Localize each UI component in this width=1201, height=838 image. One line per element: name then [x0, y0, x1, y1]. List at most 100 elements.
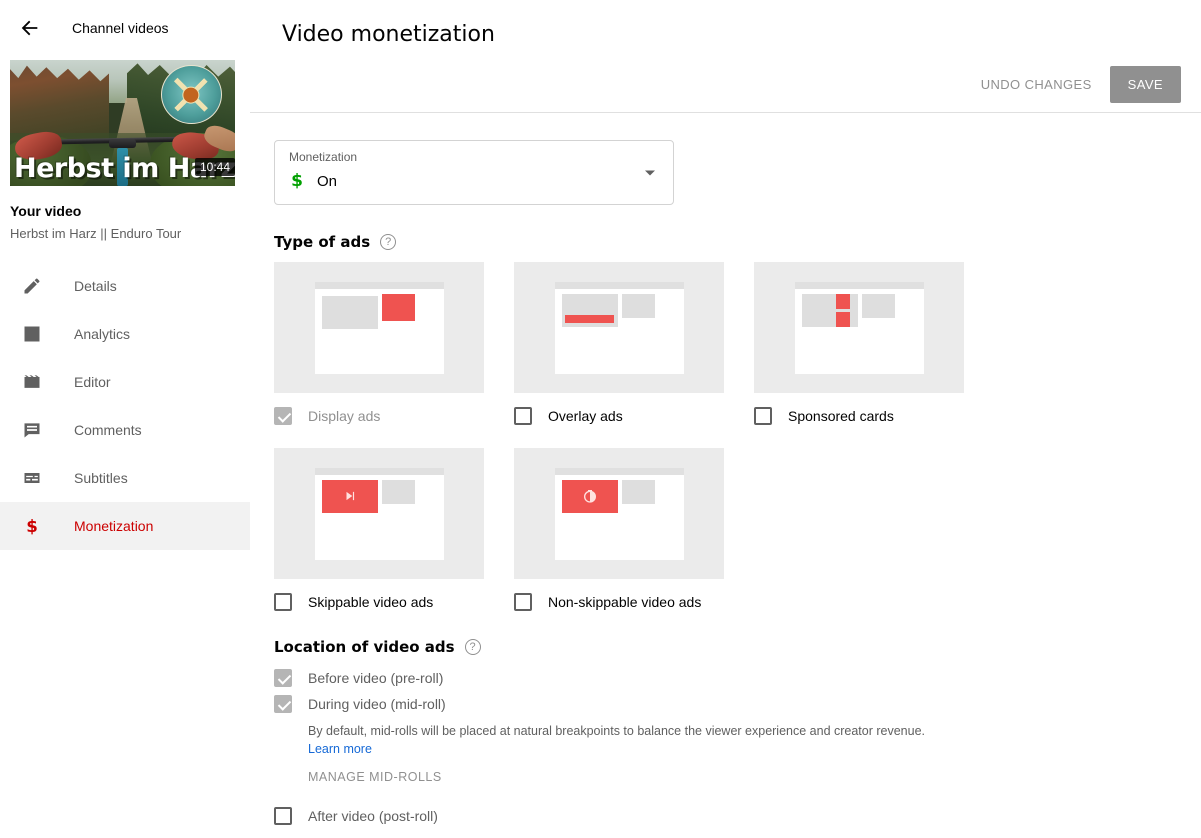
checkbox-skippable-video-ads [274, 593, 292, 611]
ad-type-card-nonskippable[interactable]: Non-skippable video ads [514, 448, 724, 611]
checkbox-nonskippable-video-ads [514, 593, 532, 611]
browser-mock [314, 467, 444, 560]
pencil-icon [20, 274, 44, 298]
checkbox-pre-roll [274, 669, 292, 687]
sidebar-header-title: Channel videos [72, 20, 169, 36]
chevron-down-icon[interactable] [645, 170, 655, 175]
browser-mock [554, 281, 684, 374]
sidebar-item-label: Comments [74, 422, 142, 438]
your-video-label: Your video [10, 203, 82, 219]
browser-top-bar [554, 467, 684, 475]
browser-mock [794, 281, 924, 374]
ad-type-card-display[interactable]: Display ads [274, 262, 484, 425]
sidebar-header: Channel videos [0, 0, 250, 56]
checkbox-label: Overlay ads [548, 408, 623, 424]
header-actions: UNDO CHANGES SAVE [969, 66, 1181, 103]
video-thumbnail[interactable]: Herbst im Harz 10:44 [10, 60, 235, 186]
dollar-icon: $ [291, 171, 303, 191]
svg-text:$: $ [26, 517, 38, 536]
sidebar-item-label: Analytics [74, 326, 131, 342]
browser-top-bar [314, 467, 444, 475]
page-title: Video monetization [282, 22, 495, 47]
sidebar-nav: Details Analytics Editor Comments Subtit… [0, 262, 250, 550]
help-circle-icon[interactable]: ? [380, 234, 397, 250]
monetization-select-value-row: $ On [289, 171, 337, 191]
ad-preview-overlay [514, 262, 724, 393]
learn-more-link[interactable]: Learn more [308, 742, 372, 756]
checkbox-row-nonskippable-video-ads[interactable]: Non-skippable video ads [514, 593, 724, 611]
sidebar-item-details[interactable]: Details [0, 262, 250, 310]
sidebar-item-label: Subtitles [74, 470, 128, 486]
mid-roll-text: During video (mid-roll) By default, mid-… [308, 694, 925, 786]
subtitles-icon [20, 466, 44, 490]
ad-preview-sponsored [754, 262, 964, 393]
dollar-icon: $ [20, 514, 44, 538]
manage-mid-rolls-button[interactable]: MANAGE MID-ROLLS [308, 770, 442, 784]
sidebar-item-comments[interactable]: Comments [0, 406, 250, 454]
pre-roll-text: Before video (pre-roll) [308, 668, 443, 688]
header-divider [250, 112, 1201, 113]
checkbox-sponsored-cards [754, 407, 772, 425]
ad-preview-nonskippable [514, 448, 724, 579]
video-monetization-page: Channel videos Herbst im Harz 10:44 Your… [0, 0, 1201, 838]
checkbox-post-roll [274, 807, 292, 825]
monetization-select-value: On [317, 172, 338, 190]
help-circle-icon[interactable]: ? [464, 639, 481, 655]
sidebar-item-editor[interactable]: Editor [0, 358, 250, 406]
monetization-select-label: Monetization [289, 150, 358, 164]
ad-preview-display [274, 262, 484, 393]
monetization-select[interactable]: Monetization $ On [274, 140, 674, 205]
sidebar-item-subtitles[interactable]: Subtitles [0, 454, 250, 502]
sidebar: Channel videos Herbst im Harz 10:44 Your… [0, 0, 250, 838]
back-arrow-icon[interactable] [18, 16, 42, 40]
video-title-text: Herbst im Harz || Enduro Tour [10, 226, 182, 241]
post-roll-text: After video (post-roll) [308, 806, 438, 826]
video-duration-badge: 10:44 [194, 158, 235, 176]
checkbox-row-overlay-ads[interactable]: Overlay ads [514, 407, 724, 425]
checkbox-label: Display ads [308, 408, 381, 424]
type-of-ads-heading: Type of ads ? [274, 233, 397, 251]
sidebar-item-monetization[interactable]: $ Monetization [0, 502, 250, 550]
channel-logo-icon [160, 65, 222, 125]
checkbox-row-display-ads[interactable]: Display ads [274, 407, 484, 425]
main-content: Video monetization UNDO CHANGES SAVE Mon… [250, 0, 1201, 838]
checkbox-mid-roll [274, 695, 292, 713]
checkbox-row-mid-roll[interactable]: During video (mid-roll) By default, mid-… [274, 694, 1074, 786]
location-options-list: Before video (pre-roll) During video (mi… [274, 668, 1074, 832]
sidebar-item-analytics[interactable]: Analytics [0, 310, 250, 358]
mid-roll-description: By default, mid-rolls will be placed at … [308, 724, 926, 738]
timer-icon [583, 490, 596, 503]
browser-top-bar [554, 281, 684, 289]
checkbox-label: Non-skippable video ads [548, 594, 702, 610]
checkbox-row-skippable-video-ads[interactable]: Skippable video ads [274, 593, 484, 611]
ad-type-card-overlay[interactable]: Overlay ads [514, 262, 724, 425]
checkbox-label: During video (mid-roll) [308, 696, 446, 712]
ad-type-card-skippable[interactable]: Skippable video ads [274, 448, 484, 611]
checkbox-overlay-ads [514, 407, 532, 425]
checkbox-display-ads [274, 407, 292, 425]
sidebar-item-label: Details [74, 278, 117, 294]
checkbox-label: After video (post-roll) [308, 808, 438, 824]
browser-top-bar [794, 281, 924, 289]
clapperboard-icon [20, 370, 44, 394]
section-title: Type of ads [274, 233, 371, 251]
sidebar-item-label: Editor [74, 374, 111, 390]
browser-top-bar [314, 281, 444, 289]
skip-next-icon [346, 491, 354, 501]
sidebar-item-label: Monetization [74, 518, 154, 534]
browser-mock [314, 281, 444, 374]
ad-preview-skippable [274, 448, 484, 579]
save-button[interactable]: SAVE [1109, 66, 1181, 103]
ad-type-card-sponsored[interactable]: Sponsored cards [754, 262, 964, 425]
checkbox-row-pre-roll[interactable]: Before video (pre-roll) [274, 668, 1074, 688]
location-of-ads-heading: Location of video ads ? [274, 638, 481, 656]
bar-chart-icon [20, 322, 44, 346]
checkbox-row-sponsored-cards[interactable]: Sponsored cards [754, 407, 964, 425]
checkbox-label: Before video (pre-roll) [308, 670, 444, 686]
section-title: Location of video ads [274, 638, 455, 656]
checkbox-label: Sponsored cards [788, 408, 894, 424]
comment-icon [20, 418, 44, 442]
checkbox-row-post-roll[interactable]: After video (post-roll) [274, 806, 1074, 826]
browser-mock [554, 467, 684, 560]
undo-changes-button[interactable]: UNDO CHANGES [969, 67, 1104, 102]
